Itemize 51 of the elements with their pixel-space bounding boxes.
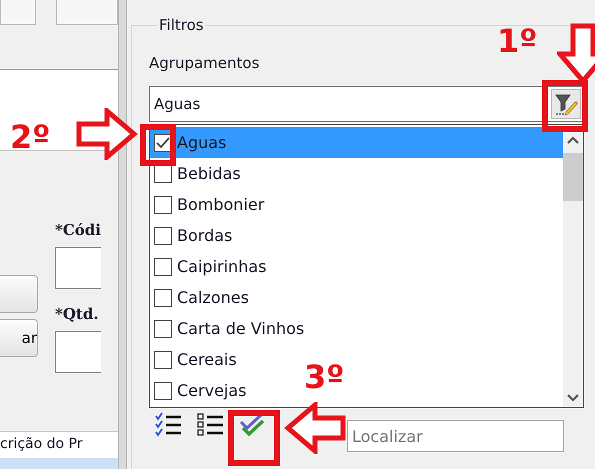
text-field[interactable] — [56, 0, 118, 25]
list-item[interactable]: Bombonier — [150, 189, 268, 220]
quantity-field[interactable] — [55, 331, 101, 373]
highlight-frame — [228, 410, 280, 466]
highlight-frame — [140, 124, 176, 166]
item-label: Bombonier — [177, 195, 264, 214]
side-button[interactable]: ar — [0, 319, 38, 357]
list-item[interactable]: Aguas — [150, 127, 563, 158]
checkbox[interactable] — [154, 320, 172, 338]
checkbox[interactable] — [154, 226, 172, 244]
grouping-field[interactable]: Aguas — [149, 86, 584, 122]
item-label: Cereais — [177, 350, 237, 369]
item-label: Cervejas — [177, 381, 246, 400]
field-label: *Códi — [55, 221, 101, 241]
scrollbar-thumb[interactable] — [563, 153, 583, 201]
checkbox[interactable] — [154, 196, 172, 214]
field-label: *Qtd. — [55, 305, 100, 325]
item-label: Calzones — [177, 288, 249, 307]
list-item[interactable]: Calzones — [150, 282, 253, 313]
list-item[interactable]: Carta de Vinhos — [150, 313, 308, 344]
item-label: Bordas — [177, 226, 232, 245]
funnel-pencil-icon — [554, 92, 578, 116]
item-label: Caipirinhas — [177, 257, 266, 276]
item-label: Bebidas — [177, 164, 241, 183]
column-header[interactable]: crição do Pr — [0, 431, 118, 458]
list-icon[interactable] — [197, 412, 225, 438]
step-label: 3º — [304, 358, 344, 396]
checkbox[interactable] — [154, 350, 172, 368]
list-item[interactable]: Bebidas — [150, 158, 245, 189]
splitter[interactable] — [118, 0, 127, 469]
list-item[interactable]: Cervejas — [150, 375, 250, 406]
text-field[interactable] — [0, 0, 36, 25]
scrollbar[interactable] — [563, 125, 583, 407]
checkbox[interactable] — [154, 258, 172, 276]
item-label: Aguas — [177, 133, 226, 152]
highlight-frame — [542, 80, 588, 132]
group-title: Filtros — [158, 16, 205, 34]
checkbox[interactable] — [154, 288, 172, 306]
list-item[interactable]: Bordas — [150, 220, 236, 251]
step-label: 2º — [10, 118, 50, 156]
field-value: Aguas — [154, 95, 200, 113]
step-label: 1º — [497, 22, 538, 60]
search-field[interactable]: Localizar — [347, 420, 564, 452]
list-item[interactable]: Cereais — [150, 344, 241, 375]
check-all-icon[interactable] — [155, 412, 183, 438]
list-item[interactable]: Caipirinhas — [150, 251, 270, 282]
field-label: Agrupamentos — [149, 54, 260, 74]
checkbox[interactable] — [154, 382, 172, 400]
code-field[interactable] — [55, 247, 101, 289]
item-label: Carta de Vinhos — [177, 319, 304, 338]
filter-button[interactable] — [551, 89, 581, 119]
